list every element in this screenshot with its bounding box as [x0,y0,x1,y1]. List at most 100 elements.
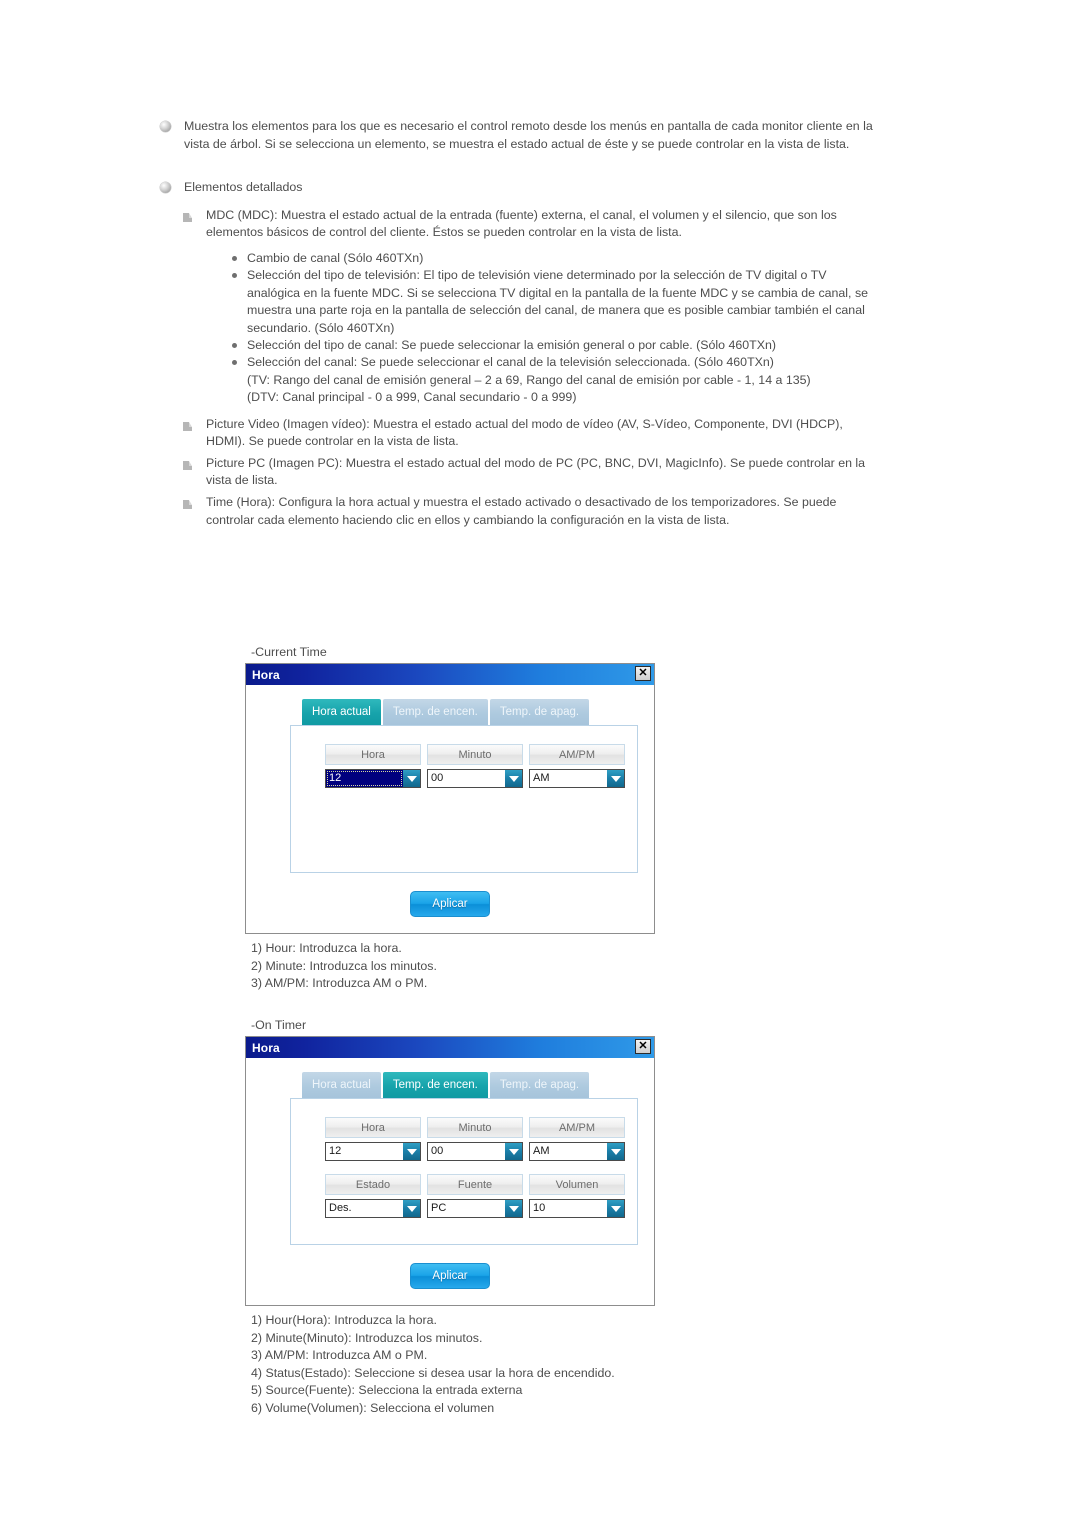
minute-value: 00 [431,1145,444,1157]
status-dropdown[interactable]: Des. [325,1199,421,1218]
minute-dropdown[interactable]: 00 [427,769,523,788]
list-item: Selección del canal: Se puede selecciona… [230,354,878,371]
dialog-title: Hora [252,1040,280,1055]
minute-dropdown[interactable]: 00 [427,1142,523,1161]
picture-video-item: Picture Video (Imagen vídeo): Muestra el… [180,416,878,451]
hour-dropdown[interactable]: 12 [325,1142,421,1161]
ampm-value: AM [533,1145,550,1157]
minute-label: Minuto [427,1117,523,1138]
legend-line: 3) AM/PM: Introduzca AM o PM. [251,976,428,991]
flag-bullet-icon [182,211,193,222]
apply-button[interactable]: Aplicar [410,891,490,917]
tab-panel-hora-actual: Hora 12 Minuto 00 AM/PM AM [290,725,638,873]
chevron-down-icon[interactable] [607,770,624,787]
status-field-row: Estado Des. Fuente PC Volumen 10 [325,1174,637,1218]
chevron-down-icon[interactable] [607,1200,624,1217]
flag-bullet-icon [182,459,193,470]
chevron-down-icon[interactable] [403,1200,420,1217]
legend-line: 4) Status(Estado): Seleccione si desea u… [251,1365,615,1380]
volume-dropdown[interactable]: 10 [529,1199,625,1218]
tab-temp-de-apag[interactable]: Temp. de apag. [489,1072,590,1098]
ampm-dropdown[interactable]: AM [529,769,625,788]
hour-value: 12 [326,770,403,787]
list-item-text: Selección del tipo de canal: Se puede se… [247,338,776,352]
hour-dropdown[interactable]: 12 [325,769,421,788]
tab-temp-de-apag[interactable]: Temp. de apag. [489,699,590,725]
hour-label: Hora [325,744,421,765]
chevron-down-icon[interactable] [505,1200,522,1217]
list-item-text: Selección del tipo de televisión: El tip… [247,268,869,335]
intro-bullet: Muestra los elementos para los que es ne… [158,118,878,153]
source-label: Fuente [427,1174,523,1195]
legend-line: 1) Hour: Introduzca la hora. [251,941,402,955]
round-bullet-icon [232,343,237,348]
source-field-group: Fuente PC [427,1174,523,1218]
hour-field-group: Hora 12 [325,1117,421,1161]
current-time-caption: -Current Time [251,645,327,659]
minute-value: 00 [431,772,444,784]
chevron-down-icon[interactable] [505,770,522,787]
legend-line: 3) AM/PM: Introduzca AM o PM. [251,1348,428,1363]
chevron-down-icon[interactable] [403,770,420,787]
legend-line: 2) Minute(Minuto): Introduzca los minuto… [251,1330,483,1345]
legend-line: 2) Minute: Introduzca los minutos. [251,958,437,973]
apply-row: Aplicar [258,891,642,917]
time-item-text: Time (Hora): Configura la hora actual y … [206,495,837,527]
on-timer-section: -On Timer Hora ✕ Hora actual Temp. de en… [245,1018,655,1418]
flag-bullet-icon [182,498,193,509]
legend-line: 1) Hour(Hora): Introduzca la hora. [251,1313,437,1327]
intro-paragraph-text: Muestra los elementos para los que es ne… [184,119,873,151]
source-dropdown[interactable]: PC [427,1199,523,1218]
flag-bullet-icon [182,420,193,431]
picture-video-item-text: Picture Video (Imagen vídeo): Muestra el… [206,416,843,449]
ampm-label: AM/PM [529,1117,625,1138]
time-item: Time (Hora): Configura la hora actual y … [180,494,878,529]
mdc-item: MDC (MDC): Muestra el estado actual de l… [180,207,878,242]
round-bullet-icon [232,360,237,366]
hora-dialog-current-time: Hora ✕ Hora actual Temp. de encen. Temp.… [245,663,655,934]
ampm-dropdown[interactable]: AM [529,1142,625,1161]
ampm-label: AM/PM [529,744,625,765]
list-item-text: Cambio de canal (Sólo 460TXn) [247,250,424,265]
picture-pc-item-text: Picture PC (Imagen PC): Muestra el estad… [206,455,866,488]
channel-range-line-1: (TV: Rango del canal de emisión general … [247,372,811,387]
apply-button[interactable]: Aplicar [410,1263,490,1289]
volume-label: Volumen [529,1174,625,1195]
tab-hora-actual[interactable]: Hora actual [302,699,381,725]
list-item: Selección del tipo de televisión: El tip… [230,267,878,337]
hour-value: 12 [329,1145,342,1157]
tab-temp-de-encen[interactable]: Temp. de encen. [382,1072,488,1098]
dialog-body: Hora actual Temp. de encen. Temp. de apa… [246,685,654,933]
dialog-titlebar: Hora ✕ [246,1037,654,1058]
status-value: Des. [329,1202,352,1214]
channel-range-line-2: (DTV: Canal principal - 0 a 999, Canal s… [247,390,577,405]
tab-panel-temp-de-encen: Hora 12 Minuto 00 AM/PM AM Estado Des. F… [290,1098,638,1245]
list-item-text: Selección del canal: Se puede selecciona… [247,355,774,370]
round-bullet-icon [232,273,237,279]
document-page: Muestra los elementos para los que es ne… [0,0,1080,1528]
on-timer-legend: 1) Hour(Hora): Introduzca la hora. 2) Mi… [245,1312,655,1418]
close-icon[interactable]: ✕ [635,666,651,681]
source-value: PC [431,1202,447,1214]
detailed-items-group: MDC (MDC): Muestra el estado actual de l… [180,207,878,529]
mdc-sub-bullets: Cambio de canal (Sólo 460TXn) Selección … [230,250,878,407]
minute-field-group: Minuto 00 [427,1117,523,1161]
detailed-items-bullet: Elementos detallados [158,179,878,197]
volume-value: 10 [533,1202,546,1214]
apply-row: Aplicar [258,1263,642,1289]
tab-bar: Hora actual Temp. de encen. Temp. de apa… [302,1072,642,1098]
dialog-titlebar: Hora ✕ [246,664,654,685]
chevron-down-icon[interactable] [403,1143,420,1160]
list-item: Selección del tipo de canal: Se puede se… [230,337,878,354]
round-bullet-icon [232,255,237,261]
hora-dialog-on-timer: Hora ✕ Hora actual Temp. de encen. Temp.… [245,1036,655,1306]
close-icon[interactable]: ✕ [635,1039,651,1054]
chevron-down-icon[interactable] [505,1143,522,1160]
tab-hora-actual[interactable]: Hora actual [302,1072,381,1098]
minute-field-group: Minuto 00 [427,744,523,788]
tab-temp-de-encen[interactable]: Temp. de encen. [382,699,488,725]
chevron-down-icon[interactable] [607,1143,624,1160]
dialog-body: Hora actual Temp. de encen. Temp. de apa… [246,1058,654,1305]
detailed-items-heading: Elementos detallados [184,180,303,195]
current-time-section: -Current Time Hora ✕ Hora actual Temp. d… [245,645,655,993]
